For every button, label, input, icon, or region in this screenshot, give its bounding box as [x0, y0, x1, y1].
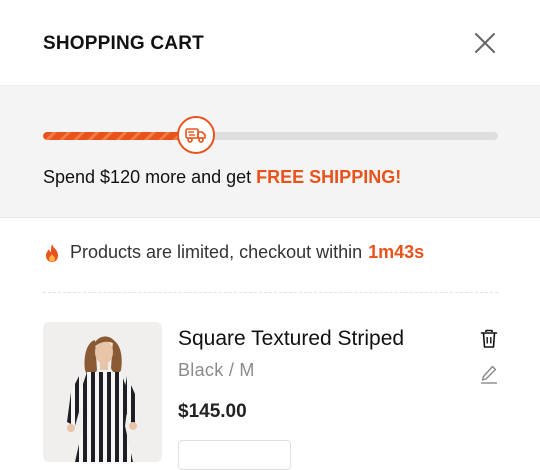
delivery-truck-icon — [177, 116, 215, 154]
close-icon[interactable] — [474, 32, 496, 54]
shipping-progress-bar — [43, 132, 498, 140]
product-variant: Black / M — [178, 360, 255, 380]
trash-icon[interactable] — [480, 329, 498, 349]
fire-icon — [46, 243, 58, 262]
product-price: $145.00 — [178, 401, 247, 422]
product-name[interactable]: Square Textured Striped — [178, 327, 404, 351]
shipping-progress-fill — [43, 132, 194, 140]
cart-header: SHOPPING CART — [0, 0, 540, 86]
product-image[interactable] — [43, 322, 162, 462]
checkout-timer: Products are limited, checkout within 1m… — [43, 242, 424, 263]
cart-title: SHOPPING CART — [43, 33, 204, 54]
free-shipping-message: Spend $120 more and get FREE SHIPPING! — [43, 167, 401, 188]
quantity-stepper[interactable] — [178, 440, 291, 470]
free-shipping-prefix: Spend $120 more and get — [43, 167, 257, 187]
free-shipping-highlight: FREE SHIPPING! — [256, 167, 402, 187]
timer-text: Products are limited, checkout within — [70, 242, 363, 262]
timer-countdown: 1m43s — [368, 242, 425, 262]
edit-pencil-icon[interactable] — [480, 364, 498, 384]
divider — [43, 292, 498, 293]
free-shipping-panel: Spend $120 more and get FREE SHIPPING! — [0, 86, 540, 218]
